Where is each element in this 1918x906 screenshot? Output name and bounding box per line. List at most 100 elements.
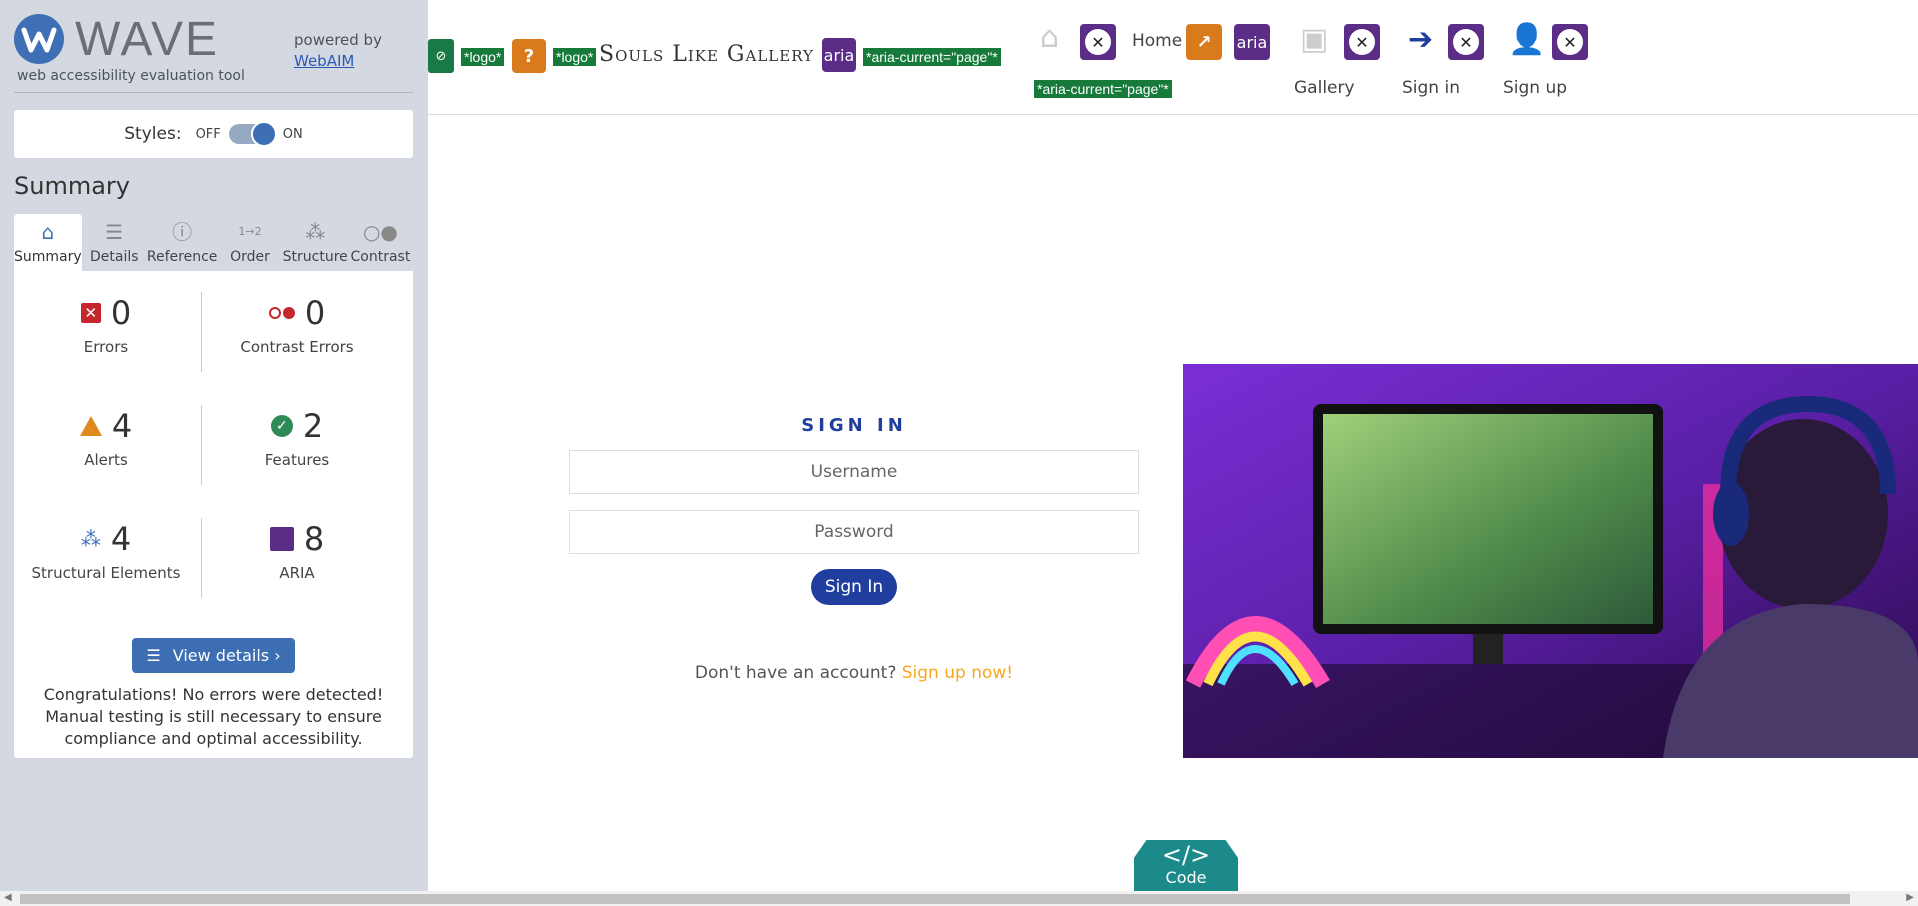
empty-link-error-icon[interactable]: ✕ bbox=[1080, 24, 1116, 60]
code-label: Code bbox=[1165, 868, 1207, 887]
empty-link-error-icon[interactable]: ✕ bbox=[1552, 24, 1588, 60]
wave-tabs: ⌂ Summary ☰ Details ⓘ Reference 1→2 Orde… bbox=[14, 214, 413, 271]
tab-label: Contrast bbox=[350, 249, 411, 265]
list-icon: ☰ bbox=[146, 646, 161, 665]
tab-label: Details bbox=[89, 249, 139, 265]
tab-reference[interactable]: ⓘ Reference bbox=[147, 214, 218, 271]
horizontal-scrollbar[interactable]: ◀ ▶ bbox=[0, 891, 1918, 906]
tab-order[interactable]: 1→2 Order bbox=[217, 214, 282, 271]
stat-aria[interactable]: 8 ARIA bbox=[207, 520, 387, 582]
no-account-label: Don't have an account? bbox=[694, 663, 897, 683]
home-icon: ⌂ bbox=[41, 220, 55, 244]
tab-label: Reference bbox=[146, 249, 218, 265]
divider bbox=[201, 292, 202, 372]
tab-details[interactable]: ☰ Details bbox=[82, 214, 147, 271]
scroll-right-icon[interactable]: ▶ bbox=[1906, 892, 1914, 903]
stat-errors[interactable]: ✕ 0 Errors bbox=[16, 294, 196, 356]
powered-by-label: powered by bbox=[294, 31, 382, 49]
site-brand[interactable]: Souls Like Gallery bbox=[599, 42, 814, 67]
congrats-message: Congratulations! No errors were detected… bbox=[43, 685, 384, 748]
logo-alt-tag: *logo* bbox=[553, 48, 597, 66]
stat-features[interactable]: ✓ 2 Features bbox=[207, 407, 387, 469]
toggle-knob bbox=[250, 121, 277, 147]
sign-in-heading: SIGN IN bbox=[801, 415, 907, 436]
nav-signin[interactable]: Sign in bbox=[1402, 78, 1460, 98]
structural-label: Structural Elements bbox=[31, 564, 181, 582]
nav-home[interactable]: Home bbox=[1132, 31, 1182, 51]
divider bbox=[14, 92, 413, 93]
errors-count: 0 bbox=[110, 294, 132, 332]
alert-question-icon[interactable]: ? bbox=[512, 39, 546, 73]
home-icon: ⌂ bbox=[1040, 20, 1060, 55]
stat-structural[interactable]: ⁂ 4 Structural Elements bbox=[16, 520, 196, 582]
tab-contrast[interactable]: ○● Contrast bbox=[348, 214, 413, 271]
info-icon: ⓘ bbox=[172, 220, 193, 244]
sign-in-form: SIGN IN Username Password Sign In Don't … bbox=[569, 415, 1139, 683]
empty-link-error-icon[interactable]: ✕ bbox=[1448, 24, 1484, 60]
site-header: ⊘ *logo* ? *logo* Souls Like Gallery ari… bbox=[428, 0, 1918, 115]
aria-icon bbox=[269, 527, 294, 551]
contrast-count: 0 bbox=[304, 294, 326, 332]
contrast-icon: ○● bbox=[362, 220, 398, 244]
styles-on-label: ON bbox=[282, 126, 303, 142]
summary-panel: ⌂ Summary ☰ Details ⓘ Reference 1→2 Orde… bbox=[14, 214, 413, 758]
divider bbox=[201, 518, 202, 598]
aria-current-tag: *aria-current="page"* bbox=[863, 48, 1001, 66]
gamer-hero-image bbox=[1183, 364, 1918, 758]
nav-gallery[interactable]: Gallery bbox=[1294, 78, 1355, 98]
stat-contrast[interactable]: 0 Contrast Errors bbox=[207, 294, 387, 356]
wave-sidebar: WAVE web accessibility evaluation tool p… bbox=[0, 0, 428, 891]
aria-badge-icon[interactable]: aria bbox=[822, 38, 856, 72]
view-details-button[interactable]: ☰ View details › bbox=[132, 638, 295, 673]
password-input[interactable]: Password bbox=[569, 510, 1139, 554]
styles-label: Styles: bbox=[124, 124, 182, 144]
nav-signup[interactable]: Sign up bbox=[1503, 78, 1567, 98]
tab-summary[interactable]: ⌂ Summary bbox=[14, 214, 82, 271]
no-account-text: Don't have an account? Sign up now! bbox=[569, 663, 1139, 683]
contrast-error-icon bbox=[268, 307, 295, 319]
features-label: Features bbox=[264, 451, 330, 469]
webaim-link[interactable]: WebAIM bbox=[294, 52, 354, 70]
alert-icon bbox=[79, 416, 102, 436]
structure-icon: ⁂ bbox=[305, 220, 326, 244]
tab-label: Structure bbox=[282, 249, 348, 265]
structural-count: 4 bbox=[110, 520, 132, 558]
view-details-label: View details › bbox=[172, 646, 281, 665]
styles-off-label: OFF bbox=[195, 126, 221, 142]
site-page: ⊘ *logo* ? *logo* Souls Like Gallery ari… bbox=[428, 0, 1918, 891]
aria-badge-icon[interactable]: aria bbox=[1234, 24, 1270, 60]
summary-heading: Summary bbox=[14, 172, 130, 200]
empty-link-error-icon[interactable]: ✕ bbox=[1344, 24, 1380, 60]
wave-brand: WAVE bbox=[75, 13, 220, 66]
wave-tagline: web accessibility evaluation tool bbox=[17, 68, 245, 84]
powered-by: powered by WebAIM bbox=[294, 30, 382, 72]
list-icon: ☰ bbox=[105, 220, 124, 244]
scroll-left-icon[interactable]: ◀ bbox=[4, 892, 12, 903]
link-feature-icon[interactable]: ⊘ bbox=[428, 39, 454, 73]
contrast-label: Contrast Errors bbox=[240, 338, 354, 356]
user-plus-icon: 👤 bbox=[1508, 22, 1546, 57]
tab-label: Order bbox=[230, 249, 270, 265]
stat-alerts[interactable]: 4 Alerts bbox=[16, 407, 196, 469]
redundant-link-alert-icon[interactable]: ↗ bbox=[1186, 24, 1222, 60]
tab-label: Summary bbox=[14, 249, 82, 265]
code-toggle-button[interactable]: </> Code bbox=[1134, 840, 1238, 891]
errors-label: Errors bbox=[83, 338, 129, 356]
aria-current-tag: *aria-current="page"* bbox=[1034, 80, 1172, 98]
scrollbar-thumb[interactable] bbox=[20, 894, 1850, 904]
sign-up-link[interactable]: Sign up now! bbox=[902, 663, 1013, 683]
sign-in-button[interactable]: Sign In bbox=[810, 569, 898, 605]
alerts-label: Alerts bbox=[84, 451, 128, 469]
wave-logo-icon bbox=[14, 14, 64, 64]
code-icon: </> bbox=[1161, 841, 1211, 869]
features-count: 2 bbox=[302, 407, 324, 445]
tab-structure[interactable]: ⁂ Structure bbox=[283, 214, 348, 271]
gallery-icon: ▣ bbox=[1300, 22, 1329, 57]
styles-toggle-box: Styles: OFF ON bbox=[14, 110, 413, 158]
logo-alt-tag: *logo* bbox=[461, 48, 505, 66]
order-icon: 1→2 bbox=[238, 225, 262, 238]
feature-check-icon: ✓ bbox=[270, 415, 293, 437]
username-input[interactable]: Username bbox=[569, 450, 1139, 494]
divider bbox=[201, 405, 202, 485]
styles-toggle[interactable] bbox=[228, 121, 277, 147]
